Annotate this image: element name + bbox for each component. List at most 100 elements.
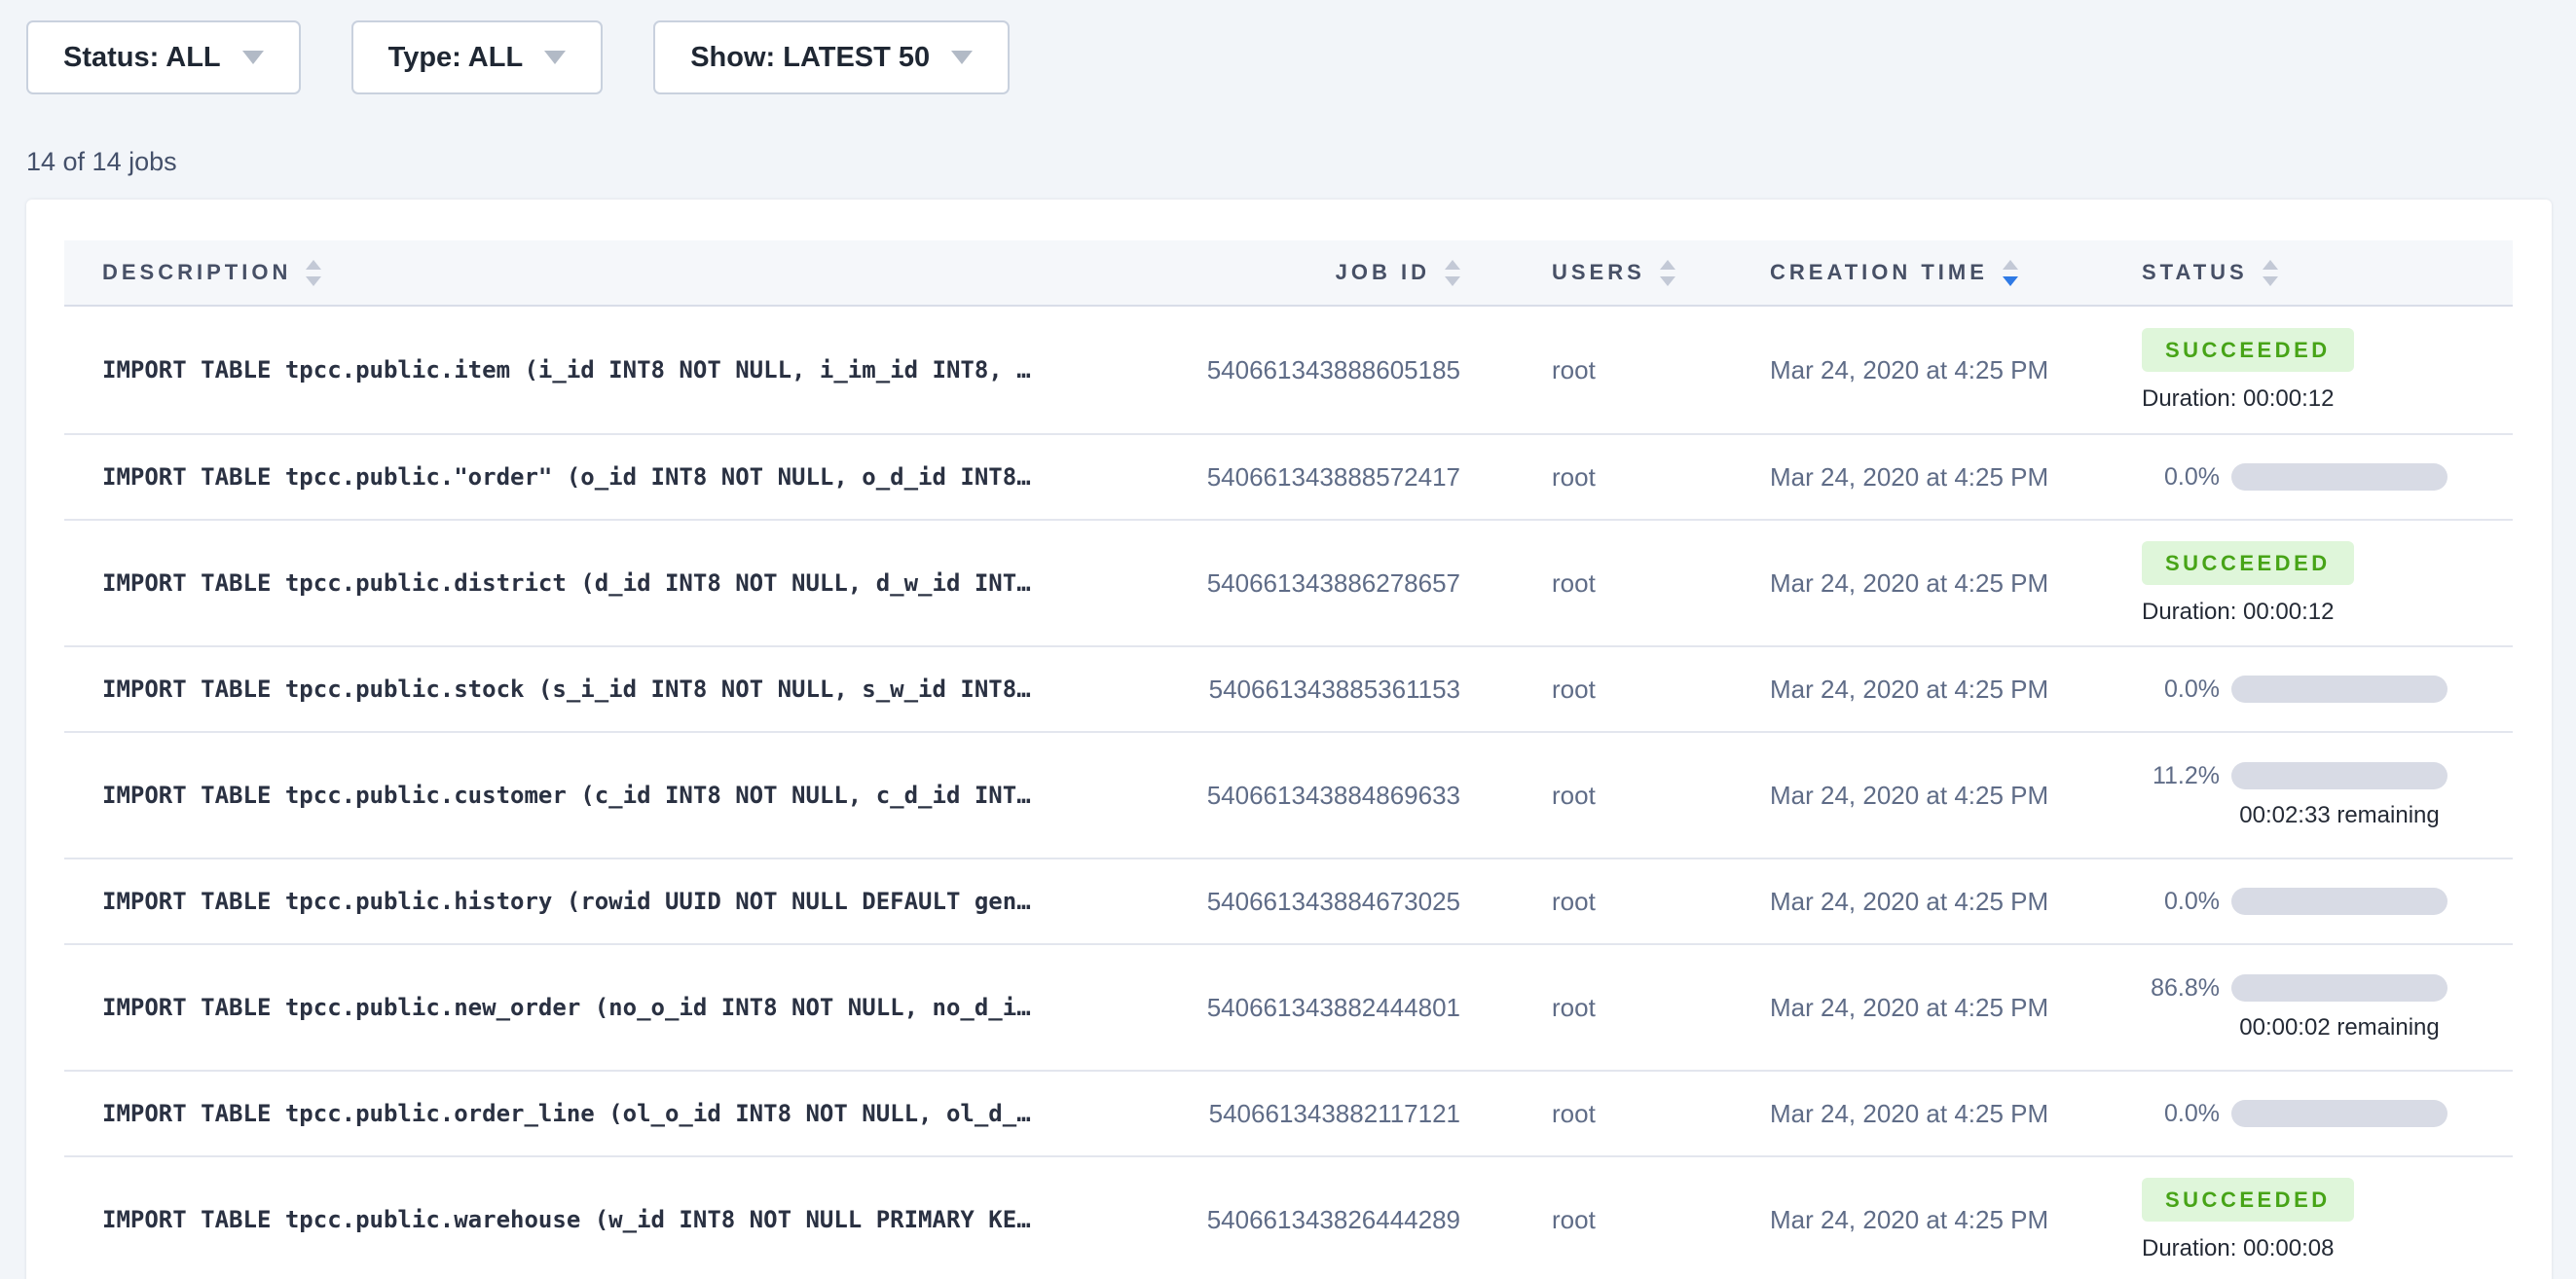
column-label: JOB ID	[1336, 260, 1430, 285]
job-id: 540661343888605185	[1105, 355, 1460, 385]
job-creation-time: Mar 24, 2020 at 4:25 PM	[1684, 675, 2064, 705]
sort-arrows-icon	[1660, 260, 1675, 286]
job-description[interactable]: IMPORT TABLE tpcc.public.order_line (ol_…	[64, 1100, 1105, 1127]
sort-up-icon	[1445, 260, 1460, 270]
job-id: 540661343888572417	[1105, 462, 1460, 493]
sort-down-icon	[1660, 276, 1675, 286]
column-header-job-id[interactable]: JOB ID	[1105, 260, 1460, 286]
table-header: DESCRIPTION JOB ID USERS CREATION TIME S…	[64, 240, 2513, 307]
progress-remaining: 00:02:33 remaining	[2231, 802, 2447, 829]
job-user: root	[1460, 993, 1684, 1023]
column-header-users[interactable]: USERS	[1460, 260, 1684, 286]
progress-line: 0.0%	[2142, 1100, 2523, 1128]
job-creation-time: Mar 24, 2020 at 4:25 PM	[1684, 568, 2064, 599]
progress-bar	[2231, 974, 2447, 1002]
job-id: 540661343826444289	[1105, 1205, 1460, 1235]
status-duration: Duration: 00:00:12	[2142, 599, 2334, 626]
sort-down-icon	[1445, 276, 1460, 286]
job-description[interactable]: IMPORT TABLE tpcc.public.customer (c_id …	[64, 782, 1105, 809]
status-succeeded: SUCCEEDED Duration: 00:00:12	[2142, 328, 2523, 413]
job-creation-time: Mar 24, 2020 at 4:25 PM	[1684, 887, 2064, 917]
job-creation-time: Mar 24, 2020 at 4:25 PM	[1684, 355, 2064, 385]
status-duration: Duration: 00:00:12	[2142, 385, 2334, 413]
job-description[interactable]: IMPORT TABLE tpcc.public.history (rowid …	[64, 888, 1105, 915]
status-succeeded: SUCCEEDED Duration: 00:00:08	[2142, 1178, 2523, 1262]
job-status-cell: SUCCEEDED Duration: 00:00:08	[2064, 1178, 2523, 1262]
status-progress: 0.0%	[2142, 463, 2523, 492]
progress-percent: 0.0%	[2142, 1100, 2220, 1128]
show-filter-dropdown[interactable]: Show: LATEST 50	[653, 20, 1010, 94]
job-creation-time: Mar 24, 2020 at 4:25 PM	[1684, 993, 2064, 1023]
sort-up-icon	[306, 260, 321, 270]
status-progress: 0.0%	[2142, 676, 2523, 704]
job-creation-time: Mar 24, 2020 at 4:25 PM	[1684, 781, 2064, 811]
job-status-cell: 0.0%	[2064, 888, 2523, 916]
job-description[interactable]: IMPORT TABLE tpcc.public.warehouse (w_id…	[64, 1206, 1105, 1233]
type-filter-dropdown[interactable]: Type: ALL	[351, 20, 604, 94]
sort-arrows-icon	[2003, 260, 2018, 286]
table-row: IMPORT TABLE tpcc.public.stock (s_i_id I…	[64, 645, 2513, 731]
column-label: STATUS	[2142, 260, 2248, 285]
table-row: IMPORT TABLE tpcc.public.new_order (no_o…	[64, 943, 2513, 1070]
table-row: IMPORT TABLE tpcc.public.district (d_id …	[64, 519, 2513, 645]
column-label: CREATION TIME	[1770, 260, 1988, 285]
status-filter-dropdown[interactable]: Status: ALL	[26, 20, 301, 94]
status-progress: 0.0%	[2142, 888, 2523, 916]
sort-up-icon	[2263, 260, 2278, 270]
progress-percent: 0.0%	[2142, 463, 2220, 492]
column-header-creation-time[interactable]: CREATION TIME	[1684, 260, 2064, 286]
job-description[interactable]: IMPORT TABLE tpcc.public.item (i_id INT8…	[64, 356, 1105, 384]
status-progress: 11.2% 00:02:33 remaining	[2142, 762, 2523, 829]
sort-down-icon	[2003, 276, 2018, 286]
sort-arrows-icon	[306, 260, 321, 286]
progress-line: 0.0%	[2142, 676, 2523, 704]
job-id: 540661343886278657	[1105, 568, 1460, 599]
column-header-description[interactable]: DESCRIPTION	[64, 260, 1105, 286]
status-succeeded: SUCCEEDED Duration: 00:00:12	[2142, 541, 2523, 626]
column-label: USERS	[1552, 260, 1645, 285]
sort-arrows-icon	[2263, 260, 2278, 286]
sort-up-icon	[1660, 260, 1675, 270]
progress-line: 0.0%	[2142, 463, 2523, 492]
job-description[interactable]: IMPORT TABLE tpcc.public.stock (s_i_id I…	[64, 676, 1105, 703]
job-status-cell: SUCCEEDED Duration: 00:00:12	[2064, 328, 2523, 413]
sort-up-icon	[2003, 260, 2018, 270]
job-description[interactable]: IMPORT TABLE tpcc.public."order" (o_id I…	[64, 463, 1105, 491]
caret-down-icon	[544, 51, 566, 64]
job-id: 540661343885361153	[1105, 675, 1460, 705]
job-user: root	[1460, 568, 1684, 599]
table-row: IMPORT TABLE tpcc.public.customer (c_id …	[64, 731, 2513, 858]
progress-percent: 86.8%	[2142, 974, 2220, 1003]
job-status-cell: 11.2% 00:02:33 remaining	[2064, 762, 2523, 829]
job-description[interactable]: IMPORT TABLE tpcc.public.new_order (no_o…	[64, 994, 1105, 1021]
job-status-cell: 86.8% 00:00:02 remaining	[2064, 974, 2523, 1041]
job-status-cell: 0.0%	[2064, 1100, 2523, 1128]
table-row: IMPORT TABLE tpcc.public.item (i_id INT8…	[64, 307, 2513, 433]
job-creation-time: Mar 24, 2020 at 4:25 PM	[1684, 1205, 2064, 1235]
status-progress: 86.8% 00:00:02 remaining	[2142, 974, 2523, 1041]
job-id: 540661343882117121	[1105, 1099, 1460, 1129]
status-filter-label: Status: ALL	[63, 42, 221, 74]
job-id: 540661343882444801	[1105, 993, 1460, 1023]
job-user: root	[1460, 1099, 1684, 1129]
type-filter-label: Type: ALL	[388, 42, 524, 74]
job-user: root	[1460, 781, 1684, 811]
progress-percent: 0.0%	[2142, 676, 2220, 704]
job-creation-time: Mar 24, 2020 at 4:25 PM	[1684, 462, 2064, 493]
status-progress: 0.0%	[2142, 1100, 2523, 1128]
progress-line: 0.0%	[2142, 888, 2523, 916]
progress-line: 11.2%	[2142, 762, 2523, 790]
column-header-status[interactable]: STATUS	[2064, 260, 2523, 286]
status-badge: SUCCEEDED	[2142, 328, 2354, 372]
caret-down-icon	[242, 51, 264, 64]
job-id: 540661343884673025	[1105, 887, 1460, 917]
column-label: DESCRIPTION	[102, 260, 291, 285]
show-filter-label: Show: LATEST 50	[690, 42, 930, 74]
progress-line: 86.8%	[2142, 974, 2523, 1003]
job-status-cell: SUCCEEDED Duration: 00:00:12	[2064, 541, 2523, 626]
filters-bar: Status: ALL Type: ALL Show: LATEST 50	[0, 0, 2576, 94]
status-duration: Duration: 00:00:08	[2142, 1235, 2334, 1262]
job-description[interactable]: IMPORT TABLE tpcc.public.district (d_id …	[64, 569, 1105, 597]
jobs-table-card: DESCRIPTION JOB ID USERS CREATION TIME S…	[26, 200, 2552, 1279]
job-status-cell: 0.0%	[2064, 676, 2523, 704]
